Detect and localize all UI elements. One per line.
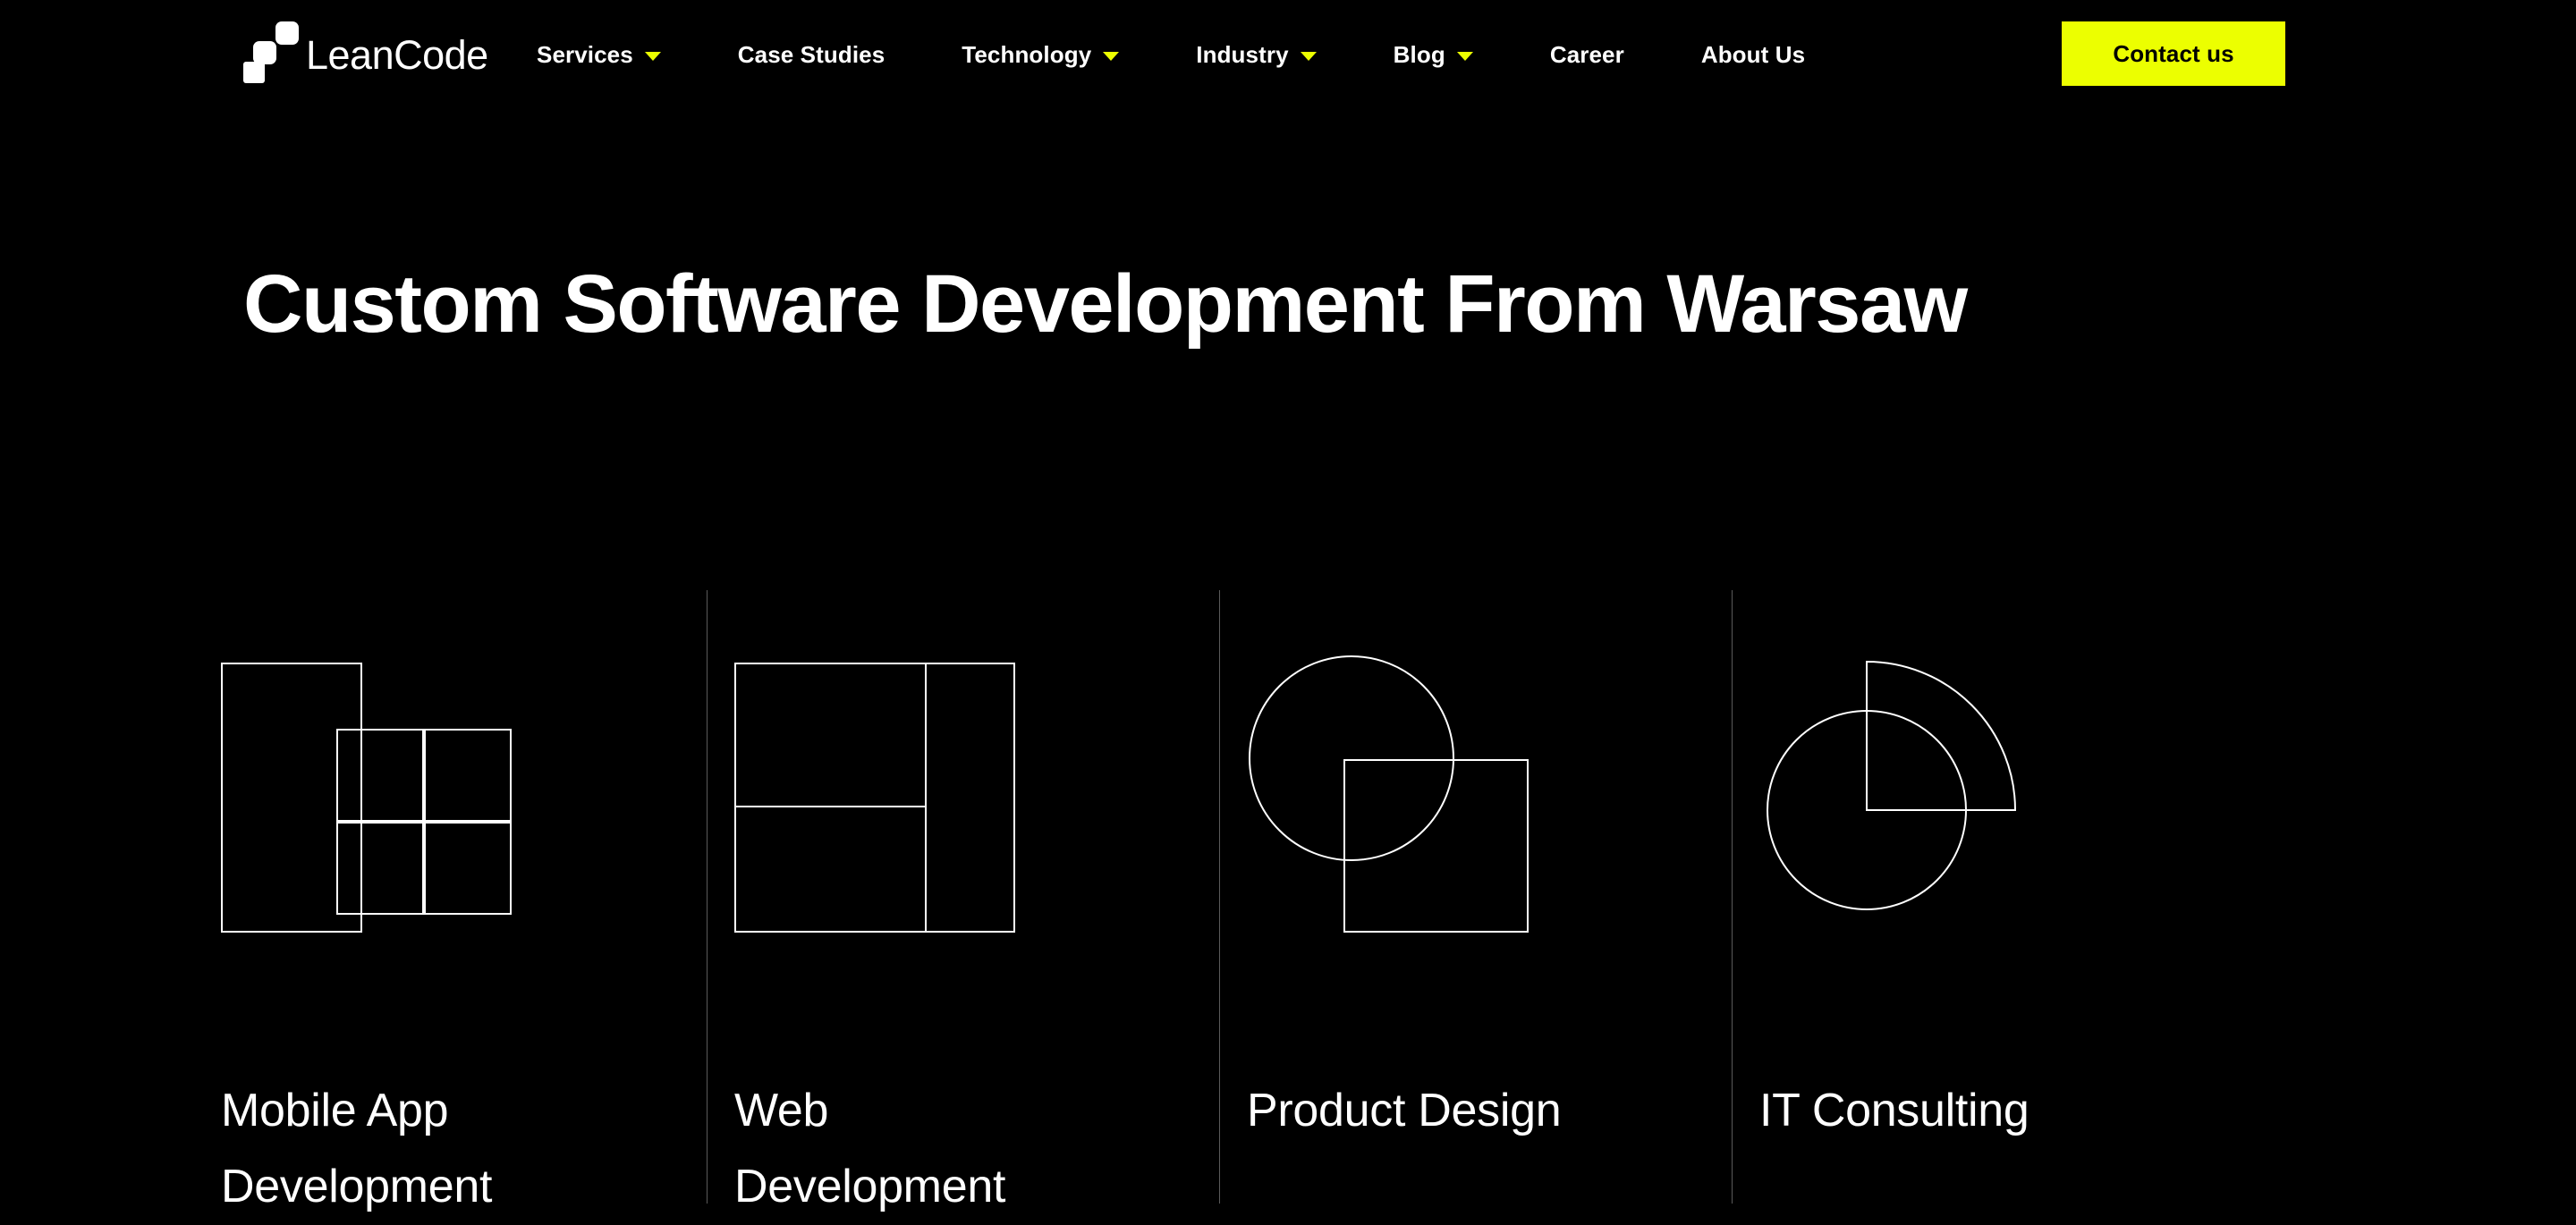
page-title: Custom Software Development From Warsaw — [243, 258, 1968, 350]
nav-item-services[interactable]: Services — [537, 41, 661, 69]
service-card-it-consulting[interactable]: IT Consulting — [1732, 590, 2244, 1204]
chevron-down-icon[interactable] — [1456, 51, 1473, 61]
nav-label: Career — [1549, 40, 1624, 68]
main-navigation: Services Case Studies Technology Industr… — [537, 0, 1805, 109]
service-card-label: Mobile App Development — [221, 1085, 493, 1212]
brand-name: LeanCode — [306, 32, 488, 78]
nav-label: About Us — [1700, 40, 1806, 68]
mobile-app-development-icon — [221, 644, 512, 939]
it-consulting-icon — [1759, 644, 2046, 939]
nav-label: Services — [537, 40, 633, 68]
nav-item-industry[interactable]: Industry — [1196, 40, 1317, 69]
nav-item-about-us[interactable]: About Us — [1701, 41, 1805, 69]
brand-logo[interactable]: LeanCode — [243, 21, 488, 83]
chevron-down-icon[interactable] — [1300, 51, 1317, 61]
contact-us-button[interactable]: Contact us — [2062, 21, 2285, 86]
nav-label: Case Studies — [737, 40, 886, 68]
site-header: LeanCode Services Case Studies Technolog… — [0, 0, 2576, 109]
chevron-down-icon[interactable] — [1103, 51, 1120, 61]
nav-item-technology[interactable]: Technology — [962, 40, 1120, 69]
nav-item-blog[interactable]: Blog — [1394, 41, 1473, 69]
nav-item-career[interactable]: Career — [1550, 41, 1624, 69]
service-card-mobile-app-development[interactable]: Mobile App Development — [194, 590, 707, 1212]
leancode-staircase-logo-icon — [243, 21, 299, 83]
chevron-down-icon[interactable] — [644, 51, 661, 61]
nav-item-case-studies[interactable]: Case Studies — [738, 41, 886, 69]
nav-label: Technology — [962, 40, 1092, 68]
service-card-web-development[interactable]: Web Development — [707, 590, 1219, 1212]
product-design-icon — [1247, 644, 1533, 939]
service-card-label: Web Development — [734, 1085, 1006, 1212]
service-card-label: IT Consulting — [1759, 1085, 2029, 1136]
nav-label: Blog — [1393, 40, 1445, 68]
web-development-icon — [734, 644, 1021, 939]
service-card-product-design[interactable]: Product Design — [1219, 590, 1732, 1204]
service-card-label: Product Design — [1247, 1085, 1562, 1136]
nav-label: Industry — [1196, 40, 1289, 68]
services-card-row: Mobile App Development Web Development P… — [0, 590, 2576, 1212]
